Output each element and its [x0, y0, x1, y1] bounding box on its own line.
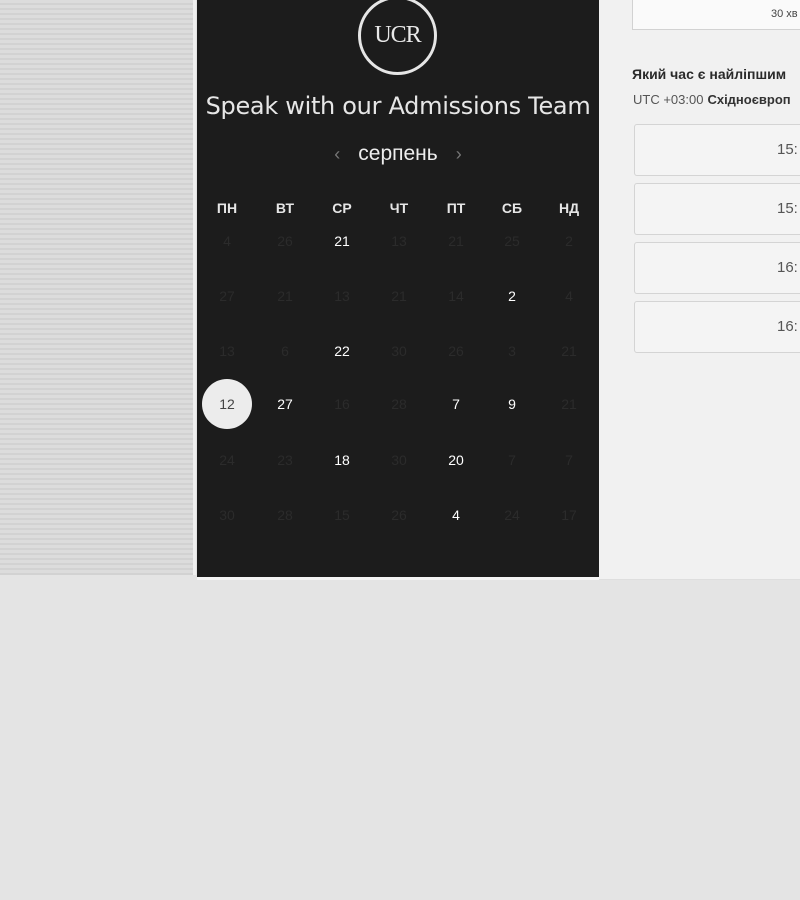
calendar-day[interactable]: 18 — [320, 448, 364, 472]
time-question-heading: Який час є найліпшим — [632, 66, 787, 82]
calendar-day-selected[interactable]: 12 — [202, 379, 252, 429]
time-slot-button[interactable]: 15: — [634, 124, 800, 176]
calendar-day: 25 — [504, 233, 520, 249]
calendar-grid: 4 26 21 13 21 25 2 27 21 13 21 14 2 4 13 6 22 30 26 3 21 12 27… — [197, 0, 599, 580]
calendar-day: 28 — [277, 507, 293, 523]
calendar-day: 13 — [219, 343, 235, 359]
calendar-day: 21 — [561, 396, 577, 412]
calendar-day: 13 — [334, 288, 350, 304]
duration-label: 30 хв — [771, 8, 798, 20]
time-slot-button[interactable]: 15: — [634, 183, 800, 235]
calendar-day: 16 — [334, 396, 350, 412]
calendar-day: 27 — [219, 288, 235, 304]
time-slot-label: 16: — [777, 318, 798, 335]
time-slot-button[interactable]: 16: — [634, 301, 800, 353]
calendar-day: 21 — [448, 233, 464, 249]
calendar-day[interactable]: 9 — [490, 392, 534, 416]
calendar-day: 26 — [391, 507, 407, 523]
time-slot-label: 15: — [777, 141, 798, 158]
calendar-day: 26 — [448, 343, 464, 359]
calendar-day: 30 — [391, 343, 407, 359]
calendar-day[interactable]: 21 — [320, 229, 364, 253]
calendar-day: 13 — [391, 233, 407, 249]
calendar-day: 24 — [504, 507, 520, 523]
calendar-day: 2 — [565, 233, 573, 249]
calendar-day[interactable]: 27 — [263, 392, 307, 416]
calendar-day: 7 — [508, 452, 516, 468]
calendar-day: 15 — [334, 507, 350, 523]
calendar-day: 28 — [391, 396, 407, 412]
calendar-day: 17 — [561, 507, 577, 523]
time-slot-button[interactable]: 16: — [634, 242, 800, 294]
timezone-name: Східноєвроп — [707, 92, 791, 107]
timezone-selector[interactable]: UTC +03:00 Східноєвроп — [633, 92, 791, 107]
calendar-day: 21 — [277, 288, 293, 304]
calendar-day: 4 — [565, 288, 573, 304]
calendar-day: 14 — [448, 288, 464, 304]
calendar-day[interactable]: 20 — [434, 448, 478, 472]
calendar-day: 6 — [281, 343, 289, 359]
calendar-day: 30 — [219, 507, 235, 523]
time-selection-panel: 30 хв Який час є найліпшим UTC +03:00 Схі… — [599, 0, 800, 580]
timezone-offset: UTC +03:00 — [633, 92, 704, 107]
calendar-day[interactable]: 7 — [434, 392, 478, 416]
calendar-day[interactable]: 22 — [320, 339, 364, 363]
calendar-day: 4 — [223, 233, 231, 249]
calendar-day: 21 — [561, 343, 577, 359]
scheduler-info-panel: UCR Speak with our Admissions Team ‹ сер… — [197, 0, 599, 580]
calendar-day: 26 — [277, 233, 293, 249]
left-background — [0, 0, 196, 575]
calendar-day[interactable]: 2 — [490, 284, 534, 308]
calendar-day[interactable]: 4 — [434, 503, 478, 527]
time-slot-label: 15: — [777, 200, 798, 217]
calendar-day: 24 — [219, 452, 235, 468]
calendar-day: 30 — [391, 452, 407, 468]
calendar-day: 21 — [391, 288, 407, 304]
calendar-day: 23 — [277, 452, 293, 468]
duration-selector[interactable]: 30 хв — [632, 0, 800, 30]
calendar-day: 3 — [508, 343, 516, 359]
calendar-day: 7 — [565, 452, 573, 468]
time-slot-label: 16: — [777, 259, 798, 276]
